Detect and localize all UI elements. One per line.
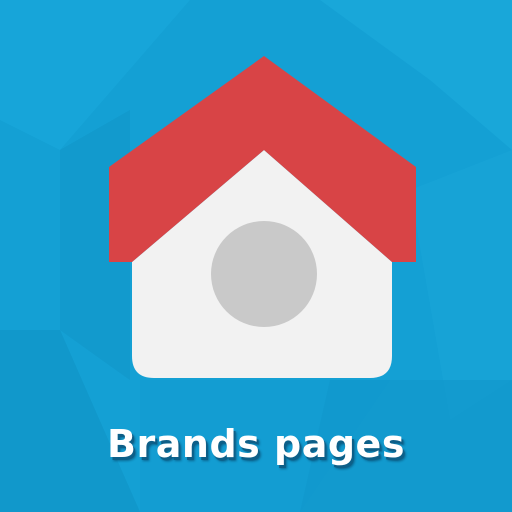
house-window [211,221,317,327]
caption-title: Brands pages [107,422,405,466]
